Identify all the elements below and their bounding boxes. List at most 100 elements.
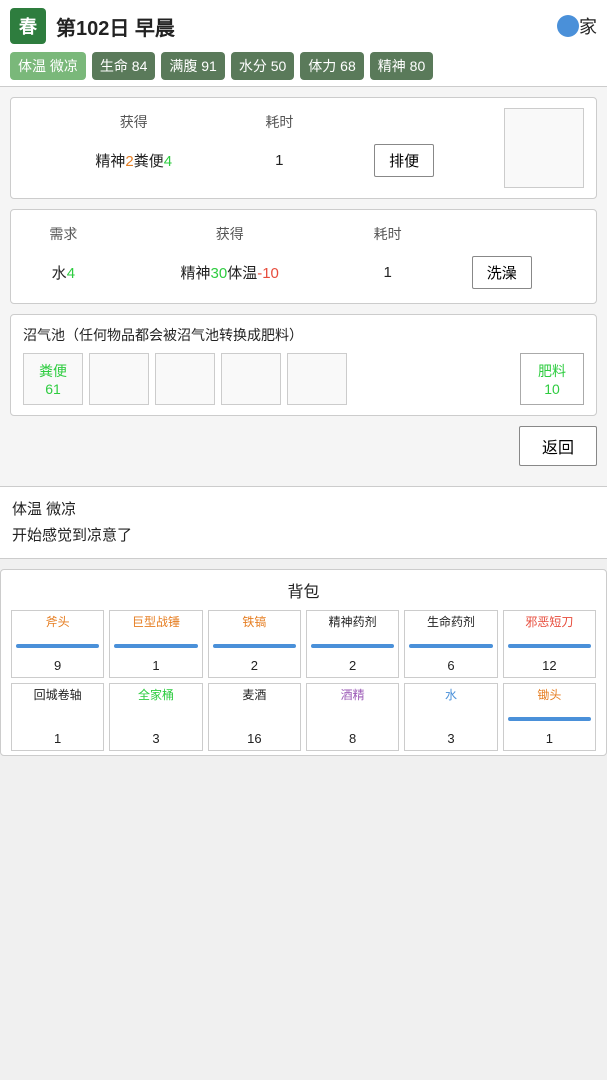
paibian-button[interactable]: 排便	[374, 144, 434, 177]
item-qty: 8	[349, 731, 356, 746]
biogas-slots: 粪便61	[23, 353, 512, 405]
time-cell-xizao: 1	[356, 252, 420, 293]
item-qty: 3	[152, 731, 159, 746]
item-qty: 9	[54, 658, 61, 673]
stats-row: 体温 微凉生命 84满腹 91水分 50体力 68精神 80	[10, 52, 597, 80]
item-name: 麦酒	[242, 688, 266, 704]
main-content: 获得 耗时 精神2粪便4 1 排便	[0, 87, 607, 486]
top-row: 春 第102日 早晨 家	[10, 8, 597, 44]
gain-text-tw: 体温	[227, 265, 257, 282]
season-badge: 春	[10, 8, 46, 44]
gain-val-js: 30	[211, 265, 228, 282]
stat-badge: 水分 50	[231, 52, 294, 80]
xizao-button[interactable]: 洗澡	[472, 256, 532, 289]
item-qty: 1	[546, 731, 553, 746]
gain-text-jingshen: 精神	[95, 153, 125, 170]
backpack-item[interactable]: 回城卷轴 1	[11, 683, 104, 751]
col-gain-label2: 获得	[104, 220, 356, 252]
biogas-slot[interactable]	[89, 353, 149, 405]
col-time-label2: 耗时	[356, 220, 420, 252]
item-durability-bar	[311, 644, 394, 648]
item-durability-bar	[213, 644, 296, 648]
backpack-item[interactable]: 麦酒 16	[208, 683, 301, 751]
action-card-xizao: 需求 获得 耗时 水4 精神30体温-10 1 洗澡	[10, 209, 597, 304]
gain-val-fenbian: 4	[164, 153, 172, 170]
status-text: 体温 微凉 开始感觉到凉意了	[0, 486, 607, 559]
col-time-label: 耗时	[244, 108, 314, 140]
return-row: 返回	[10, 426, 597, 466]
biogas-row: 粪便61 肥料 10	[23, 353, 584, 405]
stat-badge: 生命 84	[92, 52, 155, 80]
backpack-grid: 斧头 9 巨型战锤 1 铁镐 2 精神药剂 2 生命药剂 6 邪恶短刀 12 回…	[11, 610, 596, 751]
time-cell-paibian: 1	[244, 140, 314, 181]
gain-cell-xizao: 精神30体温-10	[104, 252, 356, 293]
need-cell-xizao: 水4	[23, 252, 104, 293]
item-durability-bar	[508, 717, 591, 721]
col-need-label: 需求	[23, 220, 104, 252]
stat-badge: 体温 微凉	[10, 52, 86, 80]
home-label: 家	[579, 13, 597, 39]
day-title: 第102日 早晨	[56, 12, 547, 41]
status-line2: 开始感觉到凉意了	[12, 523, 595, 549]
status-line1: 体温 微凉	[12, 497, 595, 523]
backpack-item[interactable]: 巨型战锤 1	[109, 610, 202, 678]
output-qty: 10	[544, 381, 560, 397]
return-button[interactable]: 返回	[519, 426, 597, 466]
item-name: 回城卷轴	[34, 688, 82, 704]
need-val-shui: 4	[67, 265, 75, 282]
item-qty: 3	[447, 731, 454, 746]
item-name: 锄头	[537, 688, 561, 704]
item-qty: 16	[247, 731, 261, 746]
item-durability-bar	[16, 644, 99, 648]
gain-text-fenbian: 粪便	[134, 153, 164, 170]
biogas-slot[interactable]	[155, 353, 215, 405]
item-qty: 6	[447, 658, 454, 673]
biogas-title: 沼气池（任何物品都会被沼气池转换成肥料）	[23, 325, 584, 345]
backpack-card: 背包 斧头 9 巨型战锤 1 铁镐 2 精神药剂 2 生命药剂 6 邪恶短刀 1…	[0, 569, 607, 756]
biogas-card: 沼气池（任何物品都会被沼气池转换成肥料） 粪便61 肥料 10	[10, 314, 597, 416]
need-text-shui: 水	[52, 265, 67, 282]
item-qty: 1	[54, 731, 61, 746]
item-durability-bar	[114, 644, 197, 648]
item-name: 邪恶短刀	[525, 615, 573, 631]
item-qty: 1	[152, 658, 159, 673]
status-dot	[557, 15, 579, 37]
backpack-item[interactable]: 生命药剂 6	[404, 610, 497, 678]
item-qty: 2	[349, 658, 356, 673]
item-name: 生命药剂	[427, 615, 475, 631]
backpack-item[interactable]: 酒精 8	[306, 683, 399, 751]
top-bar: 春 第102日 早晨 家 体温 微凉生命 84满腹 91水分 50体力 68精神…	[0, 0, 607, 87]
biogas-slot[interactable]	[287, 353, 347, 405]
biogas-output: 肥料 10	[520, 353, 584, 405]
item-qty: 12	[542, 658, 556, 673]
col-gain-label: 获得	[23, 108, 244, 140]
item-name: 全家桶	[138, 688, 174, 704]
stat-badge: 体力 68	[300, 52, 363, 80]
backpack-item[interactable]: 精神药剂 2	[306, 610, 399, 678]
item-name: 水	[445, 688, 457, 704]
stat-badge: 满腹 91	[161, 52, 224, 80]
backpack-item[interactable]: 邪恶短刀 12	[503, 610, 596, 678]
item-durability-bar	[508, 644, 591, 648]
item-durability-bar	[409, 644, 492, 648]
backpack-title: 背包	[11, 578, 596, 602]
output-name: 肥料	[538, 361, 566, 381]
item-name: 铁镐	[242, 615, 266, 631]
item-name: 巨型战锤	[132, 615, 180, 631]
backpack-item[interactable]: 全家桶 3	[109, 683, 202, 751]
item-name: 斧头	[46, 615, 70, 631]
gain-cell-paibian: 精神2粪便4	[23, 140, 244, 181]
backpack-item[interactable]: 斧头 9	[11, 610, 104, 678]
backpack-item[interactable]: 水 3	[404, 683, 497, 751]
action-image-paibian	[504, 108, 584, 188]
gain-text-js: 精神	[181, 265, 211, 282]
stat-badge: 精神 80	[370, 52, 433, 80]
biogas-slot[interactable]	[221, 353, 281, 405]
gain-val-jingshen: 2	[125, 153, 133, 170]
gain-val-tw: -10	[257, 265, 279, 282]
backpack-item[interactable]: 铁镐 2	[208, 610, 301, 678]
backpack-item[interactable]: 锄头 1	[503, 683, 596, 751]
biogas-slot[interactable]: 粪便61	[23, 353, 83, 405]
item-name: 精神药剂	[329, 615, 377, 631]
item-qty: 2	[251, 658, 258, 673]
